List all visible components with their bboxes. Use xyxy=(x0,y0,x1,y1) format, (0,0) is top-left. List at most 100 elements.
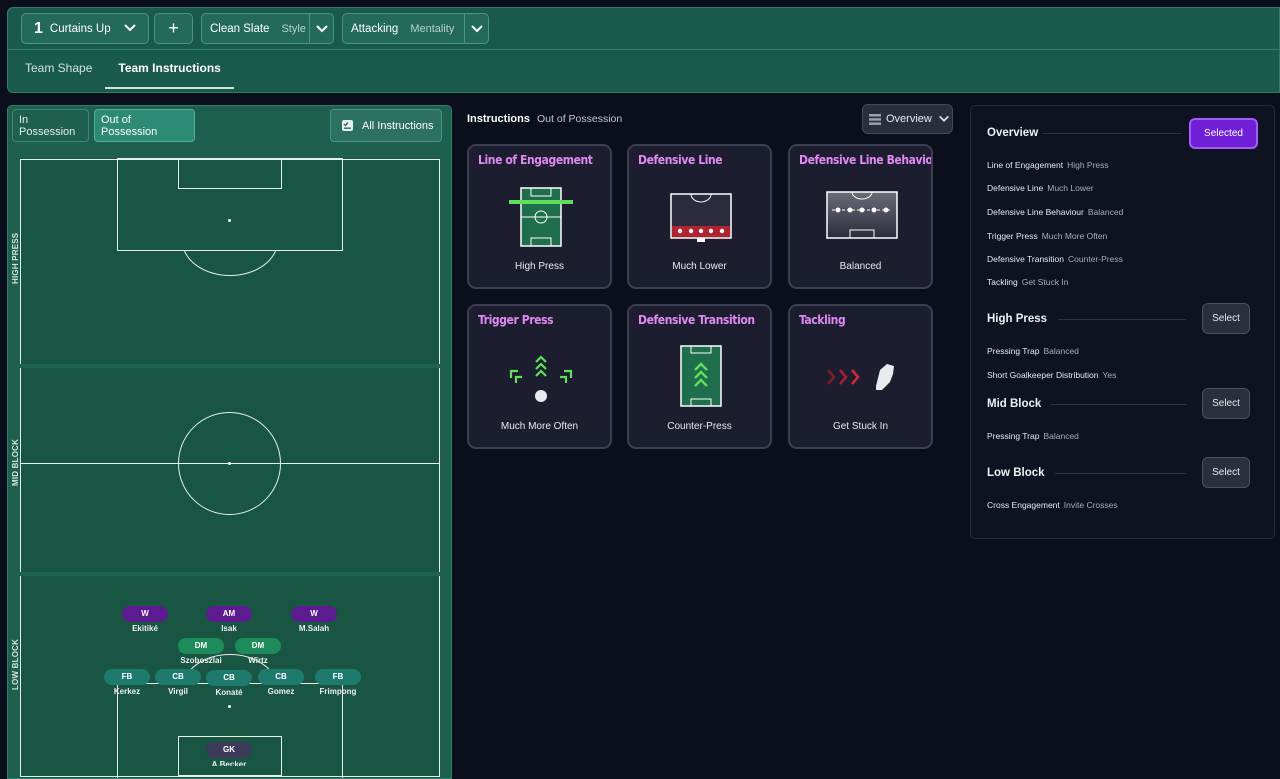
player-name: M.Salah xyxy=(298,624,330,633)
card-title: Defensive Line Behavio xyxy=(799,153,931,167)
player-w-left[interactable]: W Ekitiké xyxy=(122,606,168,633)
select-mid-block-button[interactable]: Select xyxy=(1202,388,1250,419)
mentality-label: Mentality xyxy=(410,22,455,35)
item-value: Balanced xyxy=(1043,431,1079,441)
zone-label-high-press: HIGH PRESS xyxy=(11,232,20,284)
divider xyxy=(1051,404,1186,405)
select-high-press-button[interactable]: Select xyxy=(1202,303,1250,334)
item-value: Yes xyxy=(1102,370,1117,380)
card-value: Get Stuck In xyxy=(832,421,889,432)
item-label: Tackling xyxy=(987,277,1018,287)
card-tackling[interactable]: Tackling Get Stuck In xyxy=(788,304,933,449)
centre-spot xyxy=(228,462,231,465)
item-value: Counter-Press xyxy=(1068,254,1123,264)
player-am[interactable]: AM Isak xyxy=(206,606,252,633)
mentality-value: Attacking xyxy=(351,22,399,35)
item-label: Cross Engagement xyxy=(987,500,1060,510)
position-badge: W xyxy=(291,606,337,622)
add-tactic-button[interactable]: + xyxy=(154,13,193,44)
player-cb-left[interactable]: CB Virgil xyxy=(155,669,201,696)
section-title-mid-block: Mid Block xyxy=(987,398,1042,410)
player-name: Szoboszlai xyxy=(180,656,222,665)
item-label: Defensive Transition xyxy=(987,254,1065,264)
defensive-line-behaviour-icon xyxy=(790,180,931,252)
divider xyxy=(1058,319,1186,320)
tactic-selector[interactable]: 1 Curtains Up xyxy=(21,13,149,44)
tab-team-instructions[interactable]: Team Instructions xyxy=(105,52,234,89)
card-defensive-line-behaviour[interactable]: Defensive Line Behavio Balanced xyxy=(788,144,933,289)
tab-team-shape[interactable]: Team Shape xyxy=(12,52,105,89)
player-gk[interactable]: GK A.Becker xyxy=(206,742,252,766)
zone-divider-top xyxy=(20,364,440,368)
instructions-title: Instructions xyxy=(467,113,530,125)
item-label: Trigger Press xyxy=(987,231,1038,241)
card-defensive-line[interactable]: Defensive Line Much Lower xyxy=(627,144,772,289)
player-dm-left[interactable]: DM Szoboszlai xyxy=(178,638,224,665)
card-value: Counter-Press xyxy=(667,421,732,432)
instructions-heading: Instructions Out of Possession xyxy=(467,113,622,125)
zone-label-mid-block: MID BLOCK xyxy=(11,438,20,486)
trigger-press-icon xyxy=(469,340,610,412)
top-penalty-spot xyxy=(228,219,231,222)
item-value: Balanced xyxy=(1043,346,1079,356)
card-trigger-press[interactable]: Trigger Press Much More Often xyxy=(467,304,612,449)
chevron-down-icon xyxy=(938,113,950,125)
item-value: Much Lower xyxy=(1047,183,1094,193)
all-instructions-label: All Instructions xyxy=(362,119,434,132)
overview-item: Trigger Press Much More Often xyxy=(987,231,1107,241)
zone-label-low-block: LOW BLOCK xyxy=(11,638,20,690)
card-title: Defensive Transition xyxy=(638,313,755,327)
item-value: Get Stuck In xyxy=(1021,277,1069,287)
chevron-down-icon xyxy=(123,21,137,40)
player-name: Gomez xyxy=(267,687,295,696)
section-item: Pressing Trap Balanced xyxy=(987,431,1079,441)
in-possession-toggle[interactable]: In Possession xyxy=(12,109,89,142)
position-badge: CB xyxy=(258,669,304,685)
player-dm-right[interactable]: DM Wirtz xyxy=(235,638,281,665)
section-item: Cross Engagement Invite Crosses xyxy=(987,500,1118,510)
overview-item: Defensive Line Much Lower xyxy=(987,183,1094,193)
card-value: Balanced xyxy=(839,261,882,272)
card-value: High Press xyxy=(515,261,564,272)
item-label: Line of Engagement xyxy=(987,160,1064,170)
player-w-right[interactable]: W M.Salah xyxy=(291,606,337,633)
item-value: Balanced xyxy=(1087,207,1124,217)
player-fb-right[interactable]: FB Frimpong xyxy=(315,669,361,696)
divider xyxy=(1043,133,1181,134)
selected-button[interactable]: Selected xyxy=(1189,118,1258,149)
item-label: Defensive Line xyxy=(987,183,1044,193)
player-name: A.Becker xyxy=(211,760,247,766)
card-title: Tackling xyxy=(799,313,846,327)
player-name: Frimpong xyxy=(319,687,357,696)
tactic-name: Curtains Up xyxy=(49,22,111,35)
header-divider xyxy=(8,49,1279,50)
card-line-of-engagement[interactable]: Line of Engagement High Press xyxy=(467,144,612,289)
mentality-dropdown[interactable]: Attacking Mentality xyxy=(342,13,489,44)
card-defensive-transition[interactable]: Defensive Transition Counter-Press xyxy=(627,304,772,449)
out-of-possession-toggle[interactable]: Out of Possession xyxy=(94,109,195,142)
select-low-block-button[interactable]: Select xyxy=(1202,457,1250,488)
card-title: Trigger Press xyxy=(478,313,554,327)
all-instructions-button[interactable]: All Instructions xyxy=(330,109,442,142)
overview-item: Tackling Get Stuck In xyxy=(987,277,1069,287)
overview-panel: Overview Selected Line of Engagement High… xyxy=(970,105,1275,539)
position-badge: DM xyxy=(178,638,224,654)
player-name: Virgil xyxy=(168,687,188,696)
tackling-boot-icon xyxy=(790,340,931,412)
overview-item: Defensive Transition Counter-Press xyxy=(987,254,1123,264)
view-dropdown[interactable]: Overview xyxy=(862,104,953,134)
player-cb-centre[interactable]: CB Konaté xyxy=(206,670,252,697)
player-cb-right[interactable]: CB Gomez xyxy=(258,669,304,696)
player-fb-left[interactable]: FB Kerkez xyxy=(104,669,150,696)
player-name: Ekitiké xyxy=(132,624,158,633)
plus-icon: + xyxy=(168,18,179,38)
player-name: Isak xyxy=(221,624,237,633)
overview-item: Defensive Line Behaviour Balanced xyxy=(987,207,1123,217)
tab-bar: Team Shape Team Instructions xyxy=(8,52,234,94)
defensive-line-icon xyxy=(629,180,770,252)
position-badge: GK xyxy=(206,742,252,758)
style-dropdown[interactable]: Clean Slate Style xyxy=(201,13,334,44)
card-title: Defensive Line xyxy=(638,153,723,167)
zone-divider-bottom xyxy=(20,572,440,576)
item-value: Much More Often xyxy=(1041,231,1108,241)
